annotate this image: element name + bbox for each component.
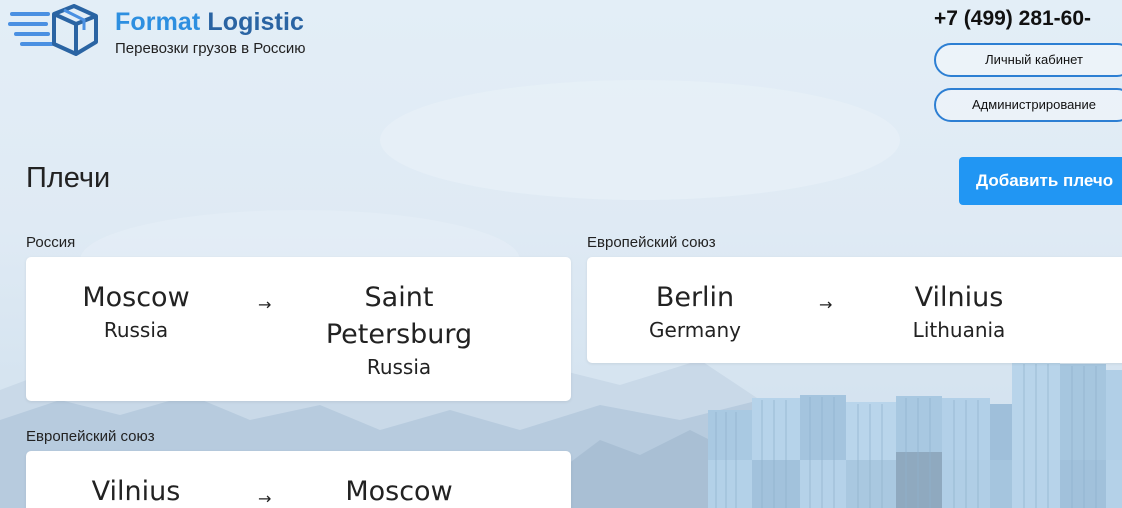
- route-group-label: Европейский союз: [26, 428, 155, 445]
- from-city: Berlin: [655, 282, 735, 313]
- to-city: Vilnius: [914, 282, 1004, 313]
- from-city: Moscow: [82, 282, 190, 313]
- brand-tagline: Перевозки грузов в Россию: [115, 40, 306, 57]
- route-group-label: Европейский союз: [587, 234, 716, 251]
- brand-name-word1: Format: [115, 8, 201, 36]
- to-city-line1: Saint: [364, 282, 434, 313]
- route-to: Saint Petersburg Russia: [309, 279, 489, 381]
- add-route-button[interactable]: Добавить плечо: [959, 157, 1122, 205]
- to-country: Russia: [366, 355, 432, 379]
- brand: Format Logistic Перевозки грузов в Росси…: [115, 8, 306, 57]
- brand-name[interactable]: Format Logistic: [115, 8, 306, 37]
- arrow-right-icon: →: [258, 489, 272, 508]
- arrow-right-icon: →: [819, 295, 833, 314]
- from-country: Russia: [103, 318, 169, 342]
- to-city: Moscow: [345, 476, 453, 507]
- route-group-label: Россия: [26, 234, 76, 251]
- page-title: Плечи: [26, 162, 111, 194]
- from-city: Vilnius: [91, 476, 181, 507]
- logo-box-icon[interactable]: [8, 4, 100, 58]
- arrow-right-icon: →: [258, 295, 272, 314]
- route-card[interactable]: Moscow Russia → Saint Petersburg Russia: [26, 257, 571, 401]
- account-button[interactable]: Личный кабинет: [934, 43, 1122, 77]
- admin-button[interactable]: Администрирование: [934, 88, 1122, 122]
- brand-name-word2: Logistic: [207, 8, 305, 36]
- to-country: Lithuania: [912, 318, 1006, 342]
- route-to: Vilnius Lithuania: [879, 279, 1039, 344]
- from-country: Germany: [649, 318, 741, 342]
- phone-number[interactable]: +7 (499) 281-60-: [934, 7, 1091, 31]
- route-card[interactable]: Vilnius → Moscow: [26, 451, 571, 508]
- route-from: Vilnius: [56, 473, 216, 508]
- route-from: Moscow Russia: [56, 279, 216, 344]
- route-from: Berlin Germany: [615, 279, 775, 344]
- to-city-line2: Petersburg: [325, 319, 473, 350]
- route-card[interactable]: Berlin Germany → Vilnius Lithuania: [587, 257, 1122, 363]
- route-to: Moscow: [309, 473, 489, 508]
